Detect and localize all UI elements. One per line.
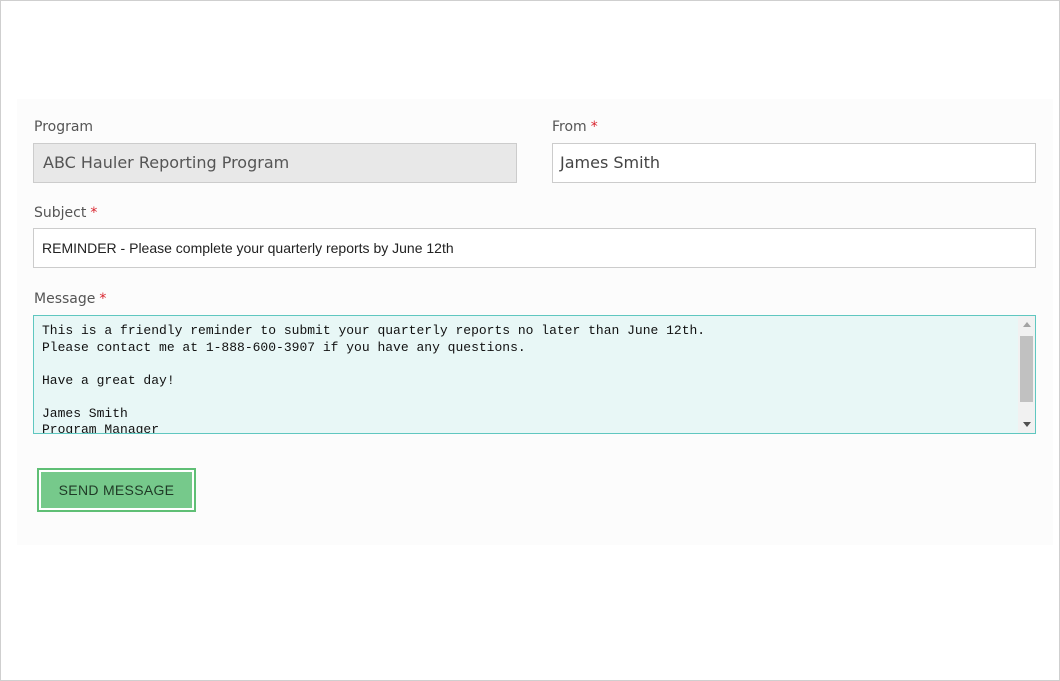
scroll-down-arrow-icon[interactable]	[1018, 416, 1035, 433]
message-text: This is a friendly reminder to submit yo…	[42, 323, 706, 434]
message-label: Message *	[34, 291, 107, 307]
from-input[interactable]: James Smith	[552, 143, 1036, 183]
subject-input[interactable]: REMINDER - Please complete your quarterl…	[33, 228, 1036, 268]
message-scrollbar[interactable]	[1018, 316, 1035, 433]
scrollbar-thumb[interactable]	[1020, 336, 1033, 402]
required-asterisk: *	[590, 119, 598, 135]
from-value: James Smith	[560, 153, 660, 172]
program-field: ABC Hauler Reporting Program	[33, 143, 517, 183]
program-value: ABC Hauler Reporting Program	[43, 153, 290, 172]
scroll-up-arrow-icon[interactable]	[1018, 316, 1035, 333]
send-message-button[interactable]: SEND MESSAGE	[37, 468, 196, 512]
subject-label: Subject *	[34, 205, 98, 221]
required-asterisk: *	[90, 205, 98, 221]
required-asterisk: *	[99, 291, 107, 307]
from-label: From *	[552, 119, 598, 135]
subject-value: REMINDER - Please complete your quarterl…	[42, 240, 454, 256]
program-label: Program	[34, 119, 94, 135]
message-textarea[interactable]: This is a friendly reminder to submit yo…	[33, 315, 1036, 434]
window-frame: Program ABC Hauler Reporting Program Fro…	[0, 0, 1060, 681]
